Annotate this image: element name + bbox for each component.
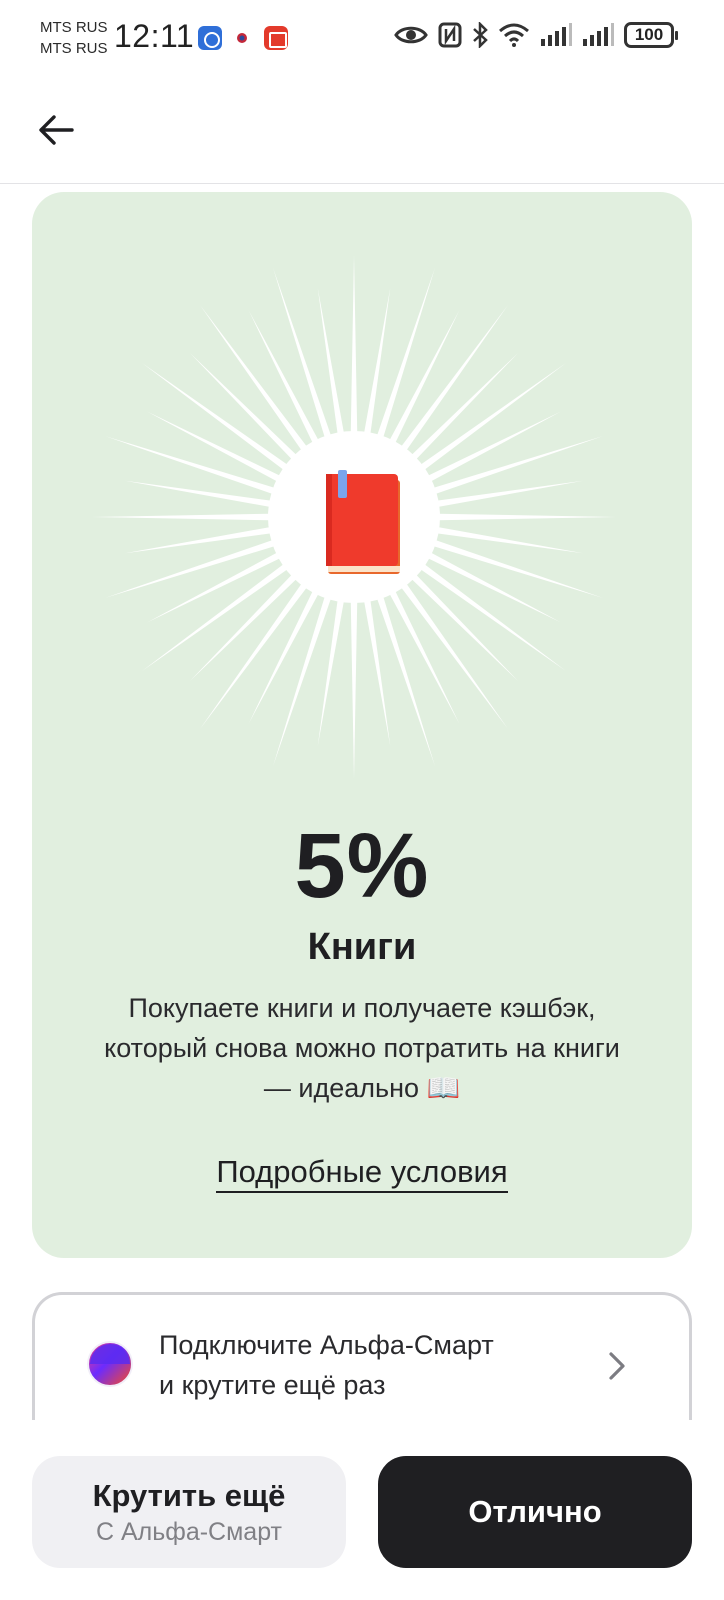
signal-icon-1: [541, 23, 572, 46]
carrier-2: MTS RUS: [40, 40, 108, 57]
sunburst-ray: [382, 577, 460, 724]
spin-again-button[interactable]: Крутить ещё С Альфа-Смарт: [32, 1456, 346, 1568]
carrier-1: MTS RUS: [40, 19, 108, 36]
back-button[interactable]: [30, 104, 82, 156]
notification-dot-icon: [234, 30, 250, 46]
sunburst-ray: [92, 513, 285, 521]
system-icons: 100: [394, 22, 678, 48]
wifi-icon: [499, 23, 529, 47]
cashback-percent: 5%: [294, 815, 430, 917]
ok-button[interactable]: Отлично: [378, 1456, 692, 1568]
ok-button-label: Отлично: [468, 1494, 602, 1529]
sunburst-ray: [147, 411, 294, 489]
arrow-left-icon: [39, 115, 74, 145]
bluetooth-icon: [473, 22, 488, 48]
top-app-bar: [0, 78, 724, 184]
sunburst-ray: [350, 586, 358, 779]
sunburst-ray: [423, 513, 616, 521]
notification-app-icon: [198, 26, 222, 50]
promo-line-1: Подключите Альфа-Смарт: [159, 1330, 494, 1360]
signal-icon-2: [583, 23, 614, 46]
promo-line-2: и крутите ещё раз: [159, 1370, 386, 1400]
spin-again-title: Крутить ещё: [92, 1477, 286, 1513]
sunburst-ray: [382, 310, 460, 457]
notification-store-icon: [264, 26, 288, 50]
sunburst-ray: [350, 255, 358, 448]
sunburst-ray: [147, 545, 294, 623]
chevron-right-icon: [609, 1352, 625, 1380]
battery-indicator: 100: [624, 22, 678, 48]
terms-link[interactable]: Подробные условия: [216, 1154, 508, 1193]
cashback-description: Покупаете книги и получаете кэшбэк, кото…: [104, 993, 620, 1103]
red-book-icon: [326, 470, 400, 574]
sunburst-ray: [248, 577, 326, 724]
promo-text: Подключите Альфа-Смарт и крутите ещё раз: [159, 1325, 494, 1405]
status-time: 12:11: [114, 18, 195, 54]
status-bar: MTS RUS MTS RUS 12:11 100: [0, 0, 724, 78]
cashback-category-title: Книги: [307, 926, 417, 968]
carrier-labels: MTS RUS MTS RUS: [40, 17, 108, 59]
terms-link-container: Подробные условия: [32, 1154, 692, 1193]
sunburst-ray: [414, 411, 561, 489]
sunburst-ray: [414, 545, 561, 623]
nfc-icon: [438, 22, 462, 48]
cashback-card: 5% Книги Покупаете книги и получаете кэш…: [32, 192, 692, 1258]
sunburst-ray: [248, 310, 326, 457]
spin-again-subtitle: С Альфа-Смарт: [95, 1517, 283, 1546]
alfa-smart-icon: [87, 1341, 133, 1387]
eye-icon: [394, 26, 428, 44]
